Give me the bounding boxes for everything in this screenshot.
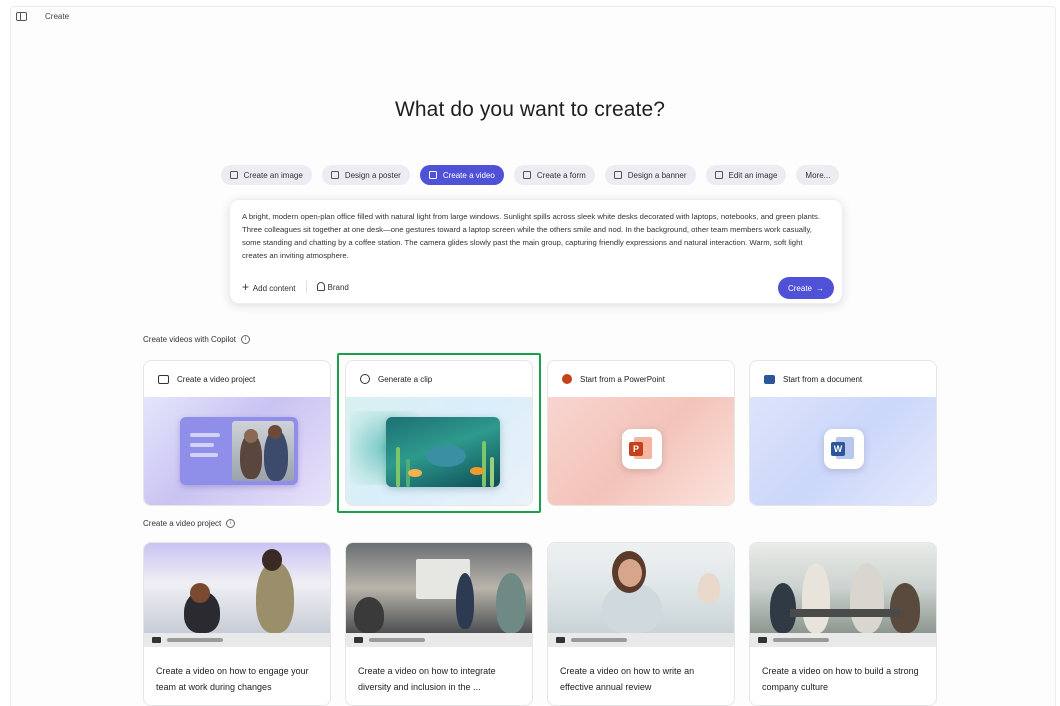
video-progress-bar[interactable]	[548, 633, 734, 647]
template-card[interactable]: Create a video on how to engage your tea…	[143, 542, 331, 706]
card-start-document[interactable]: Start from a document W	[749, 360, 937, 506]
template-card[interactable]: Create a video on how to build a strong …	[749, 542, 937, 706]
template-caption: Create a video on how to build a strong …	[762, 666, 919, 692]
chip-label: More...	[805, 170, 831, 180]
create-type-chips: Create an image Design a poster Create a…	[0, 165, 1060, 185]
powerpoint-icon	[562, 374, 572, 384]
banner-icon	[613, 171, 622, 179]
form-icon	[522, 171, 531, 179]
word-icon	[764, 374, 775, 384]
chip-label: Design a banner	[627, 170, 687, 180]
camera-icon	[556, 637, 565, 643]
create-button[interactable]: Create →	[777, 277, 834, 299]
template-card[interactable]: Create a video on how to integrate diver…	[345, 542, 533, 706]
template-thumbnail	[750, 543, 936, 633]
chip-create-image[interactable]: Create an image	[220, 165, 312, 185]
chip-label: Create an image	[243, 170, 303, 180]
prompt-toolbar: + Add content Brand	[242, 281, 349, 293]
divider	[305, 281, 307, 293]
chip-create-form[interactable]: Create a form	[513, 165, 595, 185]
camera-icon	[354, 637, 363, 643]
poster-icon	[330, 171, 339, 179]
add-content-button[interactable]: + Add content	[242, 279, 296, 294]
chip-label: Create a form	[536, 170, 586, 180]
chip-label: Design a poster	[344, 170, 401, 180]
card-create-video-project[interactable]: Create a video project	[143, 360, 331, 506]
video-progress-bar[interactable]	[346, 633, 532, 647]
template-caption: Create a video on how to integrate diver…	[358, 666, 496, 692]
chip-label: Edit an image	[728, 170, 778, 180]
chip-more[interactable]: More...	[796, 165, 840, 185]
brand-icon	[316, 282, 325, 291]
prompt-box[interactable]: A bright, modern open-plan office filled…	[229, 199, 843, 304]
brand-button[interactable]: Brand	[316, 282, 349, 292]
camera-icon	[152, 637, 161, 643]
video-project-illustration	[144, 397, 330, 505]
chip-design-poster[interactable]: Design a poster	[321, 165, 410, 185]
prompt-text[interactable]: A bright, modern open-plan office filled…	[242, 210, 822, 262]
template-thumbnail	[548, 543, 734, 633]
arrow-right-icon: →	[816, 283, 824, 293]
info-icon[interactable]: i	[226, 519, 236, 528]
section-label: Create videos with Copilot	[143, 335, 236, 344]
edit-image-icon	[714, 171, 723, 179]
breadcrumb: Create	[45, 12, 70, 21]
camera-icon	[758, 637, 767, 643]
video-icon	[428, 171, 437, 179]
chip-label: Create a video	[442, 170, 495, 180]
chip-edit-image[interactable]: Edit an image	[705, 165, 787, 185]
section-copilot-heading: Create videos with Copilot i	[143, 335, 250, 344]
video-project-icon	[158, 374, 169, 384]
card-label: Start from a document	[783, 374, 863, 384]
image-icon	[229, 171, 238, 179]
template-card[interactable]: Create a video on how to write an effect…	[547, 542, 735, 706]
powerpoint-illustration: P	[548, 397, 734, 505]
create-label: Create	[787, 283, 812, 293]
template-caption: Create a video on how to write an effect…	[560, 666, 695, 692]
selection-highlight	[337, 353, 541, 513]
sidebar-toggle-icon[interactable]	[16, 12, 27, 21]
template-caption: Create a video on how to engage your tea…	[156, 666, 309, 692]
section-label: Create a video project	[143, 519, 222, 528]
add-content-label: Add content	[252, 283, 296, 293]
card-start-powerpoint[interactable]: Start from a PowerPoint P	[547, 360, 735, 506]
chip-design-banner[interactable]: Design a banner	[604, 165, 696, 185]
template-thumbnail	[144, 543, 330, 633]
video-progress-bar[interactable]	[144, 633, 330, 647]
card-label: Create a video project	[177, 374, 256, 384]
info-icon[interactable]: i	[240, 335, 250, 344]
video-project-templates: Create a video on how to engage your tea…	[143, 542, 937, 706]
template-thumbnail	[346, 543, 532, 633]
top-bar: Create	[16, 12, 69, 21]
chip-create-video[interactable]: Create a video	[419, 165, 504, 185]
card-label: Start from a PowerPoint	[580, 374, 665, 384]
plus-icon: +	[242, 279, 250, 294]
section-project-heading: Create a video project i	[143, 519, 236, 528]
document-illustration: W	[750, 397, 936, 505]
video-progress-bar[interactable]	[750, 633, 936, 647]
brand-label: Brand	[327, 283, 349, 292]
page-title: What do you want to create?	[394, 98, 666, 121]
